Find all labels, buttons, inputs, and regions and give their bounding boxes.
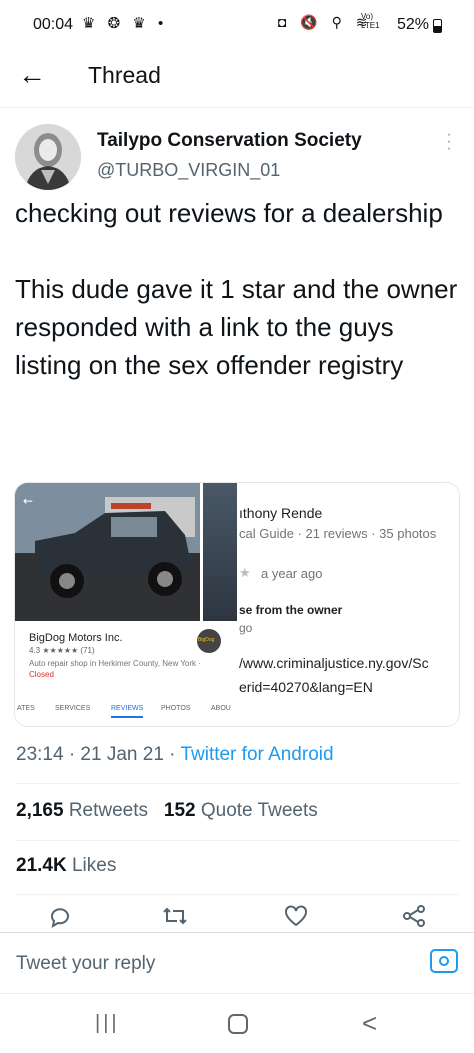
- likes-label: Likes: [71, 855, 117, 876]
- tab-about: ABOU: [211, 705, 231, 712]
- truck-photo: ←: [15, 483, 200, 621]
- author-handle[interactable]: @TURBO_VIRGIN_01: [97, 160, 280, 181]
- review-star-icon: ★: [239, 565, 251, 580]
- review-time: a year ago: [261, 566, 323, 581]
- notification-icons: ♛ ❂ ♛ •: [82, 15, 168, 32]
- status-time: 00:04: [33, 16, 74, 33]
- recent-apps-icon[interactable]: |||: [95, 1012, 120, 1035]
- reply-icon[interactable]: [48, 904, 72, 934]
- thread-header: ← Thread: [0, 50, 474, 108]
- tweet-actions: [0, 904, 474, 932]
- retweets-label: Retweets: [68, 800, 149, 821]
- business-name: BigDog Motors Inc.: [29, 632, 123, 644]
- tab-photos: PHOTOS: [161, 705, 191, 712]
- business-logo: BigDog: [197, 629, 221, 653]
- tweet-meta: 23:14 · 21 Jan 21 · Twitter for Android: [16, 744, 334, 766]
- more-options-icon[interactable]: · · ·: [444, 127, 454, 157]
- avatar-image: [15, 124, 81, 190]
- status-bar: 00:04 ♛ ❂ ♛ • ◘ 🔇 ⚲ ≋ Vo) LTE1 52%: [0, 0, 474, 50]
- business-logo-text: BigDog: [198, 637, 215, 643]
- likes-count: 21.4K: [16, 855, 67, 876]
- like-icon[interactable]: [284, 904, 308, 934]
- tweet-timestamp: 23:14 · 21 Jan 21 ·: [16, 744, 181, 765]
- quotes-label: Quote Tweets: [200, 800, 318, 821]
- secondary-photo: [203, 483, 237, 621]
- retweet-icon[interactable]: [162, 904, 188, 934]
- business-status: Closed: [29, 670, 54, 679]
- quotes-count: 152: [163, 800, 196, 821]
- system-icons: ◘ 🔇 ⚲ ≋: [278, 14, 373, 30]
- owner-response-time: go: [239, 621, 253, 635]
- svg-text:←: ←: [23, 494, 33, 508]
- tab-services: SERVICES: [55, 705, 91, 712]
- reviewer-meta: cal Guide · 21 reviews · 35 photos: [239, 526, 437, 541]
- divider: [16, 840, 459, 841]
- system-back-icon[interactable]: <: [362, 1008, 377, 1039]
- avatar[interactable]: [15, 124, 81, 190]
- battery-percent: 52%: [397, 16, 430, 33]
- tweet-media-image[interactable]: ← BigDog Motors Inc. 4.3 ★★★★★ (71) Auto…: [14, 482, 460, 727]
- reply-input[interactable]: Tweet your reply: [16, 953, 155, 975]
- divider: [16, 894, 459, 895]
- battery-icon: [433, 19, 442, 33]
- author-display-name[interactable]: Tailypo Conservation Society: [97, 130, 362, 152]
- back-arrow-icon[interactable]: ←: [18, 59, 46, 91]
- home-icon[interactable]: [228, 1014, 248, 1034]
- likes-stats[interactable]: 21.4K Likes: [16, 855, 116, 877]
- business-tabs: ATES SERVICES REVIEWS PHOTOS ABOU: [15, 699, 237, 719]
- reply-bar: Tweet your reply: [0, 932, 474, 988]
- tweet-text: checking out reviews for a dealership Th…: [15, 198, 458, 380]
- owner-response-label: se from the owner: [239, 603, 343, 617]
- tab-rates: ATES: [17, 705, 35, 712]
- tweet-source-link[interactable]: Twitter for Android: [180, 744, 333, 765]
- tab-reviews: REVIEWS: [111, 705, 144, 718]
- network-indicator: Vo) LTE1: [361, 12, 380, 30]
- system-nav-bar: ||| <: [0, 993, 474, 1053]
- review-panel: ıthony Rende cal Guide · 21 reviews · 35…: [237, 483, 459, 726]
- share-icon[interactable]: [402, 904, 426, 934]
- retweet-stats[interactable]: 2,165 Retweets 152 Quote Tweets: [16, 800, 318, 822]
- business-rating: 4.3 ★★★★★ (71): [29, 646, 95, 655]
- page-title: Thread: [88, 62, 161, 88]
- business-description: Auto repair shop in Herkimer County, New…: [29, 658, 209, 680]
- camera-icon[interactable]: [430, 949, 458, 973]
- registry-link-line1: /www.criminaljustice.ny.gov/Sc: [239, 655, 429, 671]
- business-category: Auto repair shop in Herkimer County, New…: [29, 659, 201, 668]
- divider: [16, 783, 459, 784]
- registry-link-line2: erid=40270&lang=EN: [239, 679, 373, 695]
- reviewer-name: ıthony Rende: [239, 505, 323, 521]
- retweets-count: 2,165: [16, 800, 64, 821]
